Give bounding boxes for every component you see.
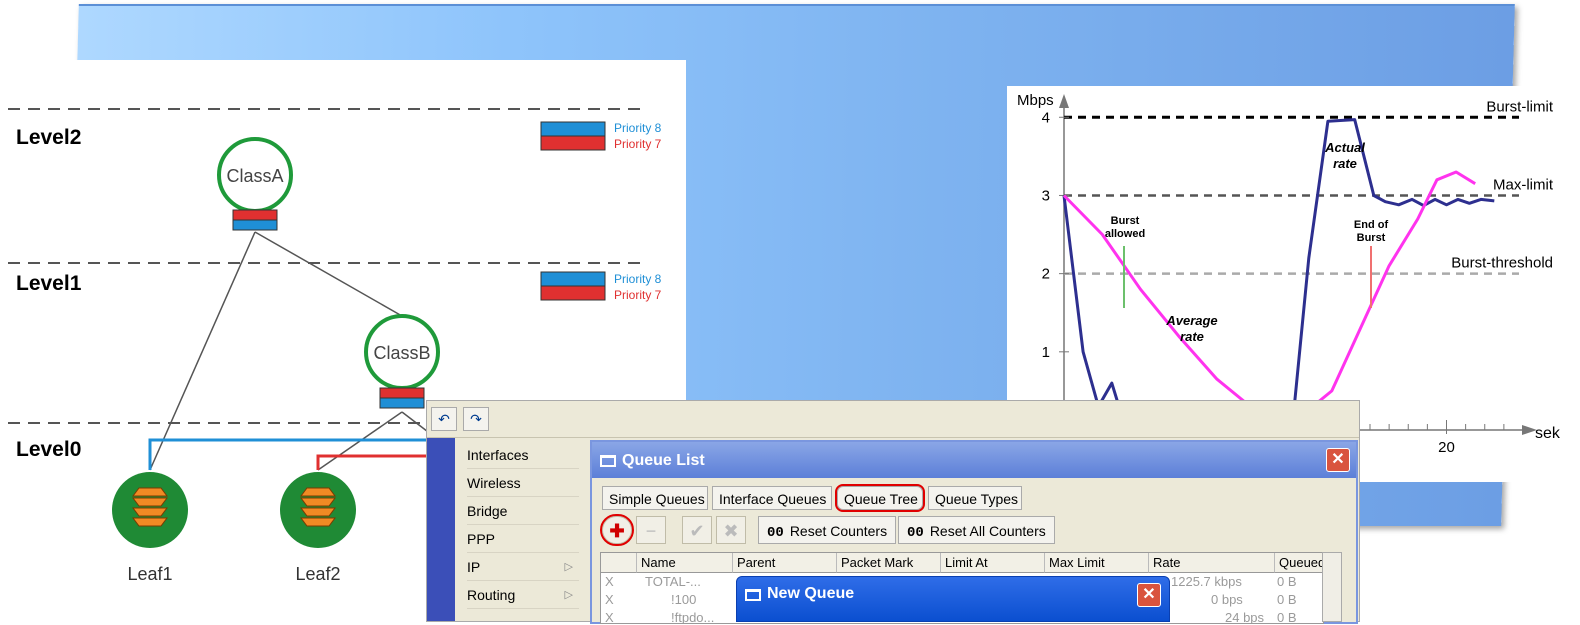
remove-button[interactable]: − bbox=[636, 516, 666, 544]
reference-line-label: Burst-threshold bbox=[1451, 255, 1553, 272]
column-header-queued[interactable]: Queued bbox=[1275, 553, 1323, 573]
y-tick-label: 3 bbox=[1042, 187, 1050, 204]
disable-button[interactable]: ✖ bbox=[716, 516, 746, 544]
tab-queue-tree[interactable]: Queue Tree bbox=[835, 484, 925, 512]
column-header-rate[interactable]: Rate bbox=[1149, 553, 1275, 573]
classb-label: ClassB bbox=[373, 343, 430, 363]
sidebar-strip bbox=[427, 438, 455, 621]
classa-red-bar bbox=[232, 209, 278, 221]
actual-rate-annotation: Actual rate bbox=[1324, 140, 1365, 171]
submenu-arrow-icon: ▷ bbox=[564, 561, 573, 573]
queue-list-titlebar: Queue List ✕ bbox=[592, 442, 1356, 478]
classb-blue-bar bbox=[379, 397, 425, 409]
column-header-limit-at[interactable]: Limit At bbox=[941, 553, 1045, 573]
level1-label: Level1 bbox=[16, 272, 82, 295]
y-axis-label: Mbps bbox=[1017, 92, 1054, 109]
leaf2-label: Leaf2 bbox=[295, 564, 340, 584]
oo-icon: 00 bbox=[907, 525, 924, 541]
legend-priority7: Priority 7 bbox=[614, 288, 662, 302]
window-icon bbox=[745, 589, 761, 601]
level2-label: Level2 bbox=[16, 126, 81, 149]
series-line bbox=[1062, 170, 1476, 424]
column-header-parent[interactable]: Parent bbox=[733, 553, 837, 573]
burst-allowed-annotation: Burst allowed bbox=[1105, 215, 1145, 240]
enable-button[interactable]: ✔ bbox=[682, 516, 712, 544]
new-queue-title: New Queue bbox=[767, 585, 855, 602]
submenu-arrow-icon: ▷ bbox=[564, 589, 573, 601]
reference-line-label: Burst-limit bbox=[1486, 98, 1553, 115]
classa-blue-bar bbox=[232, 219, 278, 231]
reset-all-counters-button[interactable]: 00 Reset All Counters bbox=[898, 516, 1055, 544]
column-header-packet-mark[interactable]: Packet Mark bbox=[837, 553, 941, 573]
level0-label: Level0 bbox=[16, 438, 81, 461]
table-scrollbar[interactable] bbox=[1322, 552, 1342, 622]
queue-list-title: Queue List bbox=[622, 452, 705, 469]
legend-priority8: Priority 8 bbox=[614, 121, 662, 135]
leaf1-node bbox=[112, 472, 188, 548]
menu-ppp[interactable]: PPP bbox=[467, 526, 579, 553]
window-icon bbox=[600, 455, 616, 467]
priority-legend-level2: Priority 8 Priority 7 bbox=[540, 121, 662, 151]
leaf2-node bbox=[280, 472, 356, 548]
tab-queue-types[interactable]: Queue Types bbox=[928, 486, 1022, 510]
classa-label: ClassA bbox=[226, 166, 283, 186]
winbox-sidebar: Interfaces Wireless Bridge PPP IP ▷ Routi… bbox=[427, 438, 587, 621]
menu-ip[interactable]: IP ▷ bbox=[467, 554, 579, 581]
reset-counters-button[interactable]: 00 Reset Counters bbox=[758, 516, 897, 544]
end-of-burst-annotation: End of Burst bbox=[1354, 219, 1389, 244]
legend-priority8: Priority 8 bbox=[614, 272, 662, 286]
y-tick-label: 4 bbox=[1042, 109, 1050, 126]
column-header-max-limit[interactable]: Max Limit bbox=[1045, 553, 1149, 573]
tab-simple-queues[interactable]: Simple Queues bbox=[602, 486, 708, 510]
y-tick-label: 1 bbox=[1042, 344, 1050, 361]
oo-icon: 00 bbox=[767, 525, 784, 541]
menu-bridge[interactable]: Bridge bbox=[467, 498, 579, 525]
redo-button[interactable]: ↷ bbox=[463, 407, 489, 431]
column-header-check[interactable] bbox=[601, 553, 637, 573]
leaf1-label: Leaf1 bbox=[127, 564, 172, 584]
menu-interfaces[interactable]: Interfaces bbox=[467, 442, 579, 469]
y-tick-label: 2 bbox=[1042, 266, 1050, 283]
column-header-name[interactable]: Name bbox=[637, 553, 733, 573]
close-button[interactable]: ✕ bbox=[1326, 448, 1350, 472]
priority-legend-level1: Priority 8 Priority 7 bbox=[540, 271, 662, 302]
tab-interface-queues[interactable]: Interface Queues bbox=[712, 486, 832, 510]
x-axis-label: sek bbox=[1535, 425, 1561, 442]
menu-wireless[interactable]: Wireless bbox=[467, 470, 579, 497]
legend-priority7: Priority 7 bbox=[614, 137, 662, 151]
series-line bbox=[1062, 118, 1495, 416]
new-queue-dialog: New Queue ✕ bbox=[736, 576, 1170, 622]
close-button[interactable]: ✕ bbox=[1137, 583, 1161, 607]
winbox-toolbar: ↶ ↷ bbox=[427, 401, 1359, 438]
undo-button[interactable]: ↶ bbox=[431, 407, 457, 431]
x-tick-label: 20 bbox=[1438, 439, 1455, 456]
reference-line-label: Max-limit bbox=[1493, 176, 1554, 193]
menu-routing[interactable]: Routing ▷ bbox=[467, 582, 579, 609]
add-button[interactable]: ✚ bbox=[600, 514, 634, 546]
classb-red-bar bbox=[379, 387, 425, 399]
